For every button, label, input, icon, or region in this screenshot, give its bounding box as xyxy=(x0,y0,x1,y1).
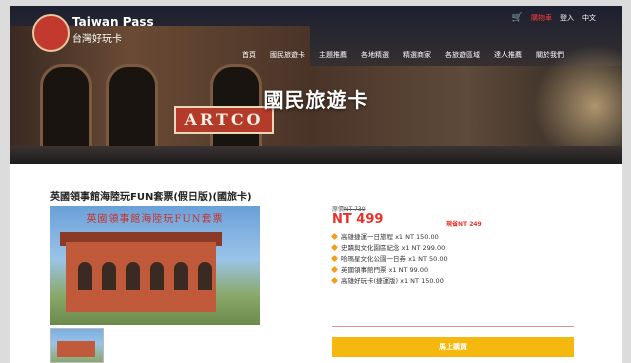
nav-item[interactable]: 達人推薦 xyxy=(494,50,522,60)
bullet-icon xyxy=(330,232,339,241)
nav-item[interactable]: 各地精選 xyxy=(361,50,389,60)
item-text: 哈瑪星文化公園一日券 x1 NT 50.00 xyxy=(341,255,448,263)
buy-now-button[interactable]: 馬上購買 xyxy=(332,337,574,357)
login-link[interactable]: 登入 xyxy=(560,13,574,23)
list-item: 史蹟與文化園區紀念 x1 NT 299.00 xyxy=(330,243,448,254)
thumb-building xyxy=(57,341,95,357)
photo-window xyxy=(102,262,116,290)
logo-text-zh[interactable]: 台灣好玩卡 xyxy=(72,30,122,45)
bullet-icon xyxy=(330,254,339,263)
bullet-icon xyxy=(330,243,339,252)
logo-text-en[interactable]: Taiwan Pass xyxy=(72,15,154,29)
hero-road xyxy=(10,146,622,164)
list-item: 哈瑪星文化公園一日券 x1 NT 50.00 xyxy=(330,254,448,265)
bullet-icon xyxy=(330,276,339,285)
top-links: 🛒 購物車 登入 中文 xyxy=(512,13,596,23)
item-text: 史蹟與文化園區紀念 x1 NT 299.00 xyxy=(341,244,446,252)
nav-item[interactable]: 各旅遊區域 xyxy=(445,50,480,60)
cart-link[interactable]: 購物車 xyxy=(531,13,552,23)
photo-window xyxy=(78,262,92,290)
product-main-image[interactable]: 英國領事館海陸玩FUN套票 xyxy=(50,206,260,325)
nav-item[interactable]: 關於我們 xyxy=(536,50,564,60)
package-items: 高雄捷運一日旅程 x1 NT 150.00 史蹟與文化園區紀念 x1 NT 29… xyxy=(330,232,448,287)
list-item: 高雄捷運一日旅程 x1 NT 150.00 xyxy=(330,232,448,243)
language-link[interactable]: 中文 xyxy=(582,13,596,23)
nav-item[interactable]: 首頁 xyxy=(242,50,256,60)
photo-window xyxy=(150,262,164,290)
list-item: 高雄好玩卡(捷運版) x1 NT 150.00 xyxy=(330,276,448,287)
product-thumbnail[interactable] xyxy=(50,328,104,363)
product-title: 英國領事館海陸玩FUN套票(假日版)(國旅卡) xyxy=(50,192,252,203)
nav-item[interactable]: 國民旅遊卡 xyxy=(270,50,305,60)
main-nav: 首頁 國民旅遊卡 主題推薦 各地精選 精選商家 各旅遊區域 達人推薦 關於我們 xyxy=(242,50,564,60)
page: ARTCO Taiwan Pass 台灣好玩卡 🛒 購物車 登入 中文 首頁 國… xyxy=(10,6,622,363)
nav-item[interactable]: 主題推薦 xyxy=(319,50,347,60)
photo-window xyxy=(126,262,140,290)
hero-title: 國民旅遊卡 xyxy=(263,88,369,112)
bullet-icon xyxy=(330,265,339,274)
divider xyxy=(332,326,574,327)
product-image-caption: 英國領事館海陸玩FUN套票 xyxy=(86,214,224,225)
sale-price: NT 499 xyxy=(332,212,384,227)
list-item: 英國領事館門票 x1 NT 99.00 xyxy=(330,265,448,276)
item-text: 英國領事館門票 x1 NT 99.00 xyxy=(341,266,429,274)
nav-item[interactable]: 精選商家 xyxy=(403,50,431,60)
item-text: 高雄捷運一日旅程 x1 NT 150.00 xyxy=(341,233,439,241)
savings-label: 現省NT 249 xyxy=(446,221,482,228)
photo-window xyxy=(198,262,212,290)
item-text: 高雄好玩卡(捷運版) x1 NT 150.00 xyxy=(341,277,444,285)
logo-emblem[interactable] xyxy=(32,14,70,52)
cart-icon[interactable]: 🛒 xyxy=(512,13,523,23)
hero-banner: ARTCO Taiwan Pass 台灣好玩卡 🛒 購物車 登入 中文 首頁 國… xyxy=(10,6,622,164)
photo-window xyxy=(174,262,188,290)
